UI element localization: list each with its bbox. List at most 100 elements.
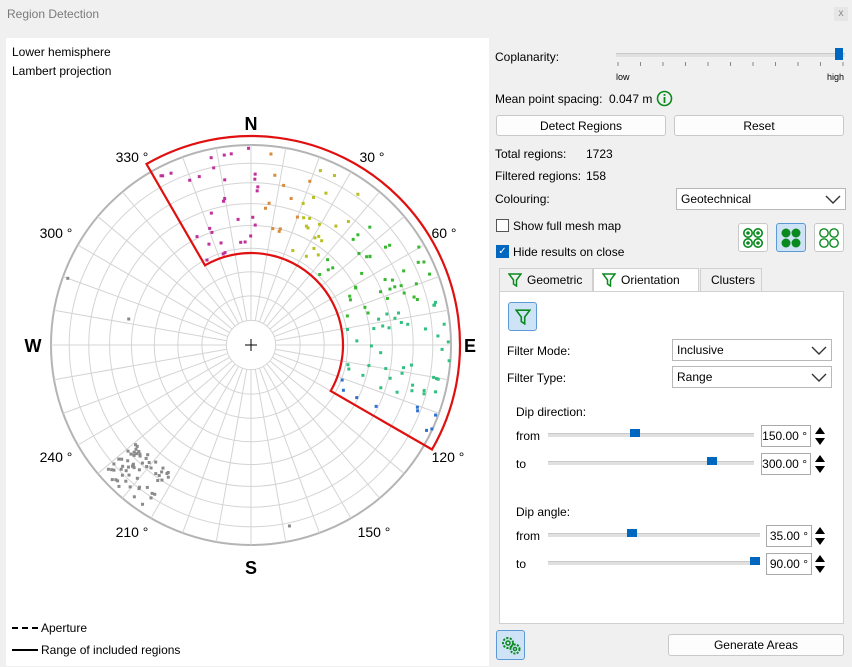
pole-point [318,272,322,276]
generate-areas-button[interactable]: Generate Areas [668,634,844,656]
mean-spacing-value: 0.047 m [609,92,653,106]
mean-spacing-label: Mean point spacing: [495,92,603,106]
pole-point [318,169,322,173]
pole-point [346,220,350,224]
pole-point [361,373,365,377]
pole-point [387,326,391,330]
angle-label-60: 60 ° [431,225,456,241]
grid-radial-line [77,356,230,446]
grid-radial-line [254,369,287,543]
pole-point [126,465,130,469]
close-icon[interactable]: x [834,7,848,21]
hide-results-checkbox[interactable]: ✓ [496,245,509,258]
tab-orientation[interactable]: Orientation [593,268,699,292]
dip-angle-from-input[interactable]: 35.00 ° [766,525,812,547]
pole-point [354,286,358,290]
dip-angle-from-slider[interactable] [548,533,760,537]
pole-point [308,216,312,220]
dip-angle-to-input[interactable]: 90.00 ° [766,553,812,575]
pole-point [157,474,161,478]
dip-angle-to-thumb[interactable] [750,557,760,565]
pole-point [372,327,376,331]
dip-angle-from-spinner[interactable] [813,525,827,547]
dip-angle-to-slider[interactable] [548,561,760,565]
pole-point [366,311,370,315]
stereonet-panel: Lower hemisphere Lambert projection N E … [6,38,489,666]
dip-direction-from-thumb[interactable] [630,429,641,437]
dip-direction-from-slider[interactable] [548,433,754,437]
pole-point [154,472,158,476]
pole-point [434,390,438,394]
pole-point [287,524,291,528]
dip-direction-to-spinner[interactable] [813,453,827,475]
reset-button[interactable]: Reset [674,115,844,136]
legend-range-label: Range of included regions [41,643,181,657]
pole-point [119,467,123,471]
pole-point [212,166,216,170]
display-mode-outline-button[interactable] [814,223,844,252]
pole-point [282,183,286,187]
grid-radial-line [62,352,229,414]
pole-point [251,215,255,219]
pole-point [433,300,437,304]
display-mode-filled-button[interactable] [776,223,806,252]
detect-regions-button[interactable]: Detect Regions [496,115,666,136]
pole-point [263,206,267,210]
show-full-mesh-checkbox[interactable] [496,219,509,232]
dip-direction-from-input[interactable]: 150.00 ° [761,425,811,447]
legend-aperture: Aperture [12,621,87,635]
pole-point [222,153,226,157]
display-mode-outline-ring-button[interactable] [738,223,768,252]
pole-point [334,224,338,228]
pole-point [351,237,355,241]
pole-point [229,152,233,156]
orientation-tab-content: Filter Mode: Inclusive Filter Type: Rang… [499,291,844,624]
tab-clusters[interactable]: Clusters [700,268,762,291]
pole-point [414,282,418,286]
pole-point [301,201,305,205]
show-full-mesh-label: Show full mesh map [513,219,622,233]
dip-direction-to-input[interactable]: 300.00 ° [761,453,811,475]
angle-label-330: 330 ° [116,149,149,165]
filter-mode-select[interactable]: Inclusive [672,339,832,361]
dip-angle-to-spinner[interactable] [813,553,827,575]
compass-south: S [245,558,257,578]
dip-direction-label: Dip direction: [516,405,587,419]
pole-point [149,496,153,500]
pole-point [161,174,165,178]
dip-direction-to-slider[interactable] [548,461,754,465]
stereonet-plot[interactable]: N E S W 30 ° 60 ° 120 ° 150 ° 210 ° 240 … [6,38,489,666]
pole-point [256,185,260,189]
tab-geometric[interactable]: Geometric [499,268,593,291]
compass-north: N [245,114,258,134]
pole-point [253,177,257,181]
pole-point [239,240,243,244]
colouring-select[interactable]: Geotechnical [676,188,846,210]
gears-icon [502,637,521,655]
aperture-dash-swatch [12,627,38,629]
pole-point [140,461,144,465]
grid-radial-line [62,276,229,338]
cluster-settings-button[interactable] [496,630,525,660]
grid-radial-line [215,369,248,543]
pole-point [126,459,130,463]
dip-direction-to-thumb[interactable] [706,457,717,465]
pole-point [302,216,306,220]
info-icon[interactable] [656,90,673,107]
filter-type-select[interactable]: Range [672,366,832,388]
filter-toggle-button[interactable] [508,302,537,331]
coplanarity-slider[interactable] [616,53,845,57]
pole-point [365,255,369,259]
pole-point [381,324,385,328]
colouring-label: Colouring: [495,192,550,206]
coplanarity-slider-thumb[interactable] [835,48,843,60]
pole-point [388,243,392,247]
pole-point [165,472,169,476]
pole-point [379,290,383,294]
filtered-regions-label: Filtered regions: [495,169,582,183]
dip-angle-from-thumb[interactable] [626,529,637,537]
dip-direction-from-spinner[interactable] [813,425,827,447]
tab-orientation-label: Orientation [621,273,680,287]
pole-point [399,284,403,288]
tab-geometric-label: Geometric [527,273,583,287]
